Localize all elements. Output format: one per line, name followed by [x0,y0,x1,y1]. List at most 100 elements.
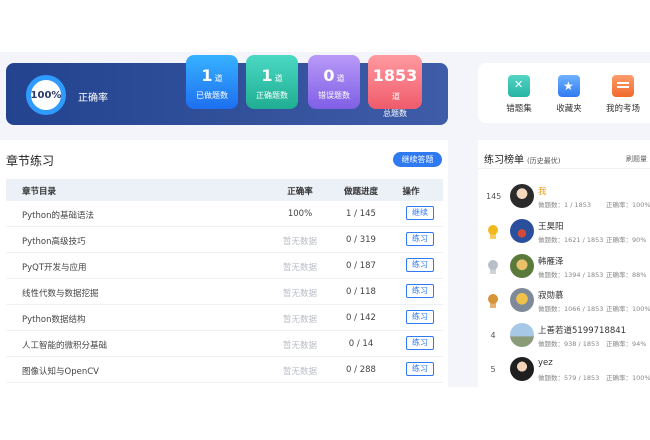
stat-card-total: 1853 道 总题数 [368,55,422,118]
question-count: 做题数：938 / 1853 [538,340,600,348]
question-count: 做题数：579 / 1853 [538,374,600,382]
chapter-name: 人工智能的微积分基础 [22,341,108,351]
leaderboard-entry[interactable]: 韩雁泽 做题数：1394 / 1853 正确率：88% [478,252,650,286]
accuracy-ring: 100% [26,75,66,115]
question-count: 做题数：1394 / 1853 [538,271,604,279]
divider [478,168,650,169]
leaderboard-title-text: 练习榜单 [484,155,524,166]
chapter-progress: 0 / 288 [346,365,376,375]
gold-medal-icon [488,225,498,239]
rank-number: 4 [490,331,496,340]
table-row: 线性代数与数据挖掘 暂无数据 0 / 118 练习 [6,279,443,305]
chapter-name: 图像认知与OpenCV [22,367,99,377]
leaderboard-subtitle: (历史最优) [527,157,561,165]
exam-room-icon [612,75,634,97]
user-name: 寂勋慕 [538,291,564,301]
rank-number: 145 [486,192,502,201]
continue-answering-button[interactable]: 继续答题 [393,152,442,167]
accuracy-rate: 正确率：100% [606,374,650,382]
header-chapter: 章节目录 [22,187,57,197]
practice-button[interactable]: 练习 [406,258,434,272]
leaderboard-entry[interactable]: 寂勋慕 做题数：1066 / 1853 正确率：100% [478,286,650,320]
chapter-accuracy: 暂无数据 [282,263,317,273]
question-count: 做题数：1 / 1853 [538,201,591,209]
stat-unit: 道 [392,92,400,101]
stat-value: 1 [261,66,273,85]
chapter-progress: 0 / 142 [346,313,376,323]
chapter-progress: 0 / 187 [346,261,376,271]
user-name: 我 [538,187,547,197]
quick-link-favorites[interactable]: 收藏夹 [544,75,594,114]
header-accuracy: 正确率 [287,187,313,197]
stat-card-correct: 1道 正确题数 [246,55,298,109]
practice-button[interactable]: 练习 [406,284,434,298]
avatar [510,184,534,208]
quick-link-label: 收藏夹 [556,104,582,114]
chapter-name: Python数据结构 [22,315,86,325]
stat-value: 0 [323,66,335,85]
accuracy-rate: 正确率：100% [606,201,650,209]
quick-link-mistakes[interactable]: 错题集 [494,75,544,114]
chapter-progress: 0 / 118 [346,287,376,297]
stat-label: 总题数 [383,109,407,118]
practice-button[interactable]: 练习 [406,232,434,246]
chapter-accuracy: 暂无数据 [282,341,317,351]
user-name: 王昊阳 [538,222,564,232]
avatar [510,357,534,381]
leaderboard-panel: 练习榜单 (历史最优) 刷题量 145 我 做题数：1 / 1853 正确率：10… [478,140,650,387]
accuracy-rate: 正确率：94% [606,340,647,348]
quick-link-label: 错题集 [506,104,532,114]
stat-card-wrong: 0道 错误题数 [308,55,360,109]
accuracy-ring-value: 100% [30,89,62,101]
chapter-practice-panel: 章节练习 继续答题 章节目录 正确率 做题进度 操作 Python的基础语法 1… [0,140,448,387]
header-progress: 做题进度 [343,187,378,197]
avatar [510,254,534,278]
quick-link-exam-room[interactable]: 我的考场 [598,75,648,114]
quick-link-label: 我的考场 [605,104,640,114]
chapter-accuracy: 暂无数据 [282,367,317,377]
stat-label: 正确题数 [256,91,288,100]
header-action: 操作 [402,187,420,197]
user-name: 韩雁泽 [538,257,564,267]
avatar [510,323,534,347]
table-row: Python数据结构 暂无数据 0 / 142 练习 [6,305,443,331]
leaderboard-title: 练习榜单 (历史最优) [484,151,560,166]
chapter-accuracy: 100% [287,209,313,219]
leaderboard-entry[interactable]: 145 我 做题数：1 / 1853 正确率：100% [478,182,650,216]
mistake-book-icon [508,75,530,97]
stat-unit: 道 [214,74,223,83]
favorites-folder-icon [558,75,580,97]
section-title: 章节练习 [6,154,55,168]
continue-button[interactable]: 继续 [406,206,434,220]
chapter-accuracy: 暂无数据 [282,237,317,247]
leaderboard-entry[interactable]: 王昊阳 做题数：1621 / 1853 正确率：90% [478,217,650,251]
table-row: Python高级技巧 暂无数据 0 / 319 练习 [6,227,443,253]
chapter-progress: 0 / 14 [348,339,374,349]
stat-value: 1 [201,66,213,85]
stat-card-done: 1道 已做题数 [186,55,238,109]
avatar [510,219,534,243]
table-row: 人工智能的微积分基础 暂无数据 0 / 14 练习 [6,331,443,357]
stat-unit: 道 [336,74,345,83]
chapter-name: 线性代数与数据挖掘 [22,289,99,299]
practice-button[interactable]: 练习 [406,310,434,324]
leaderboard-sort-label[interactable]: 刷题量 [626,154,647,164]
chapter-progress: 0 / 319 [346,235,376,245]
question-count: 做题数：1066 / 1853 [538,305,604,313]
chapter-name: Python高级技巧 [22,237,86,247]
stat-value: 1853 [372,66,418,85]
table-row: 图像认知与OpenCV 暂无数据 0 / 288 练习 [6,357,443,383]
accuracy-rate: 正确率：90% [606,236,647,244]
chapter-accuracy: 暂无数据 [282,289,317,299]
table-header: 章节目录 正确率 做题进度 操作 [6,179,443,201]
rank-number: 5 [490,365,496,374]
chapter-progress: 1 / 145 [346,209,376,219]
stat-unit: 道 [274,74,283,83]
practice-button[interactable]: 练习 [406,336,434,350]
quick-links-panel: 错题集 收藏夹 我的考场 [478,63,650,123]
leaderboard-entry[interactable]: 4 上善若道5199718841 做题数：938 / 1853 正确率：94% [478,321,650,355]
accuracy-rate: 正确率：100% [606,305,650,313]
silver-medal-icon [488,260,498,274]
leaderboard-entry[interactable]: 5 yez 做题数：579 / 1853 正确率：100% [478,355,650,389]
practice-button[interactable]: 练习 [406,362,434,376]
